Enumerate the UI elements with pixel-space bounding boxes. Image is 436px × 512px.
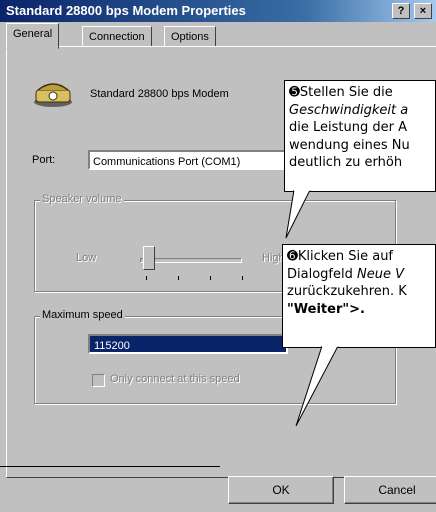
- volume-slider-track[interactable]: [140, 258, 242, 263]
- callout-6-line-3: zurückzukehren. K: [287, 284, 407, 299]
- divider-line: [0, 466, 220, 467]
- tab-general[interactable]: General: [6, 23, 60, 49]
- modem-properties-dialog: Standard 28800 bps Modem Properties ? × …: [0, 0, 436, 512]
- slider-tick: [210, 276, 211, 280]
- callout-5-line-5: deutlich zu erhöh: [289, 155, 403, 170]
- volume-slider-thumb[interactable]: [143, 246, 155, 270]
- callout-5-line-3: die Leistung der A: [289, 120, 407, 135]
- callout-6-line-2b: Neue V: [356, 266, 404, 282]
- ok-button[interactable]: OK: [228, 476, 334, 504]
- callout-6-line-4: "Weiter">.: [287, 301, 365, 317]
- cancel-button[interactable]: Cancel: [344, 476, 436, 504]
- tab-connection[interactable]: Connection: [82, 26, 152, 48]
- modem-phone-icon: [34, 83, 72, 107]
- callout-6-pointer: [295, 346, 339, 427]
- only-connect-label: Only connect at this speed: [110, 373, 240, 385]
- tab-options[interactable]: Options: [164, 26, 216, 48]
- port-combobox[interactable]: Communications Port (COM1): [88, 150, 308, 170]
- callout-step-6: ➏Klicken Sie auf Dialogfeld Neue V zurüc…: [282, 244, 436, 348]
- only-connect-checkbox[interactable]: [92, 374, 105, 387]
- slider-tick: [242, 276, 243, 280]
- callout-step-5: ➎Stellen Sie die Geschwindigkeit a die L…: [284, 80, 436, 192]
- speaker-volume-title: Speaker volume: [40, 193, 124, 205]
- callout-6-line-2a: Dialogfeld: [287, 266, 357, 282]
- step-6-number: ➏: [287, 249, 298, 264]
- modem-name: Standard 28800 bps Modem: [90, 88, 229, 100]
- port-label: Port:: [32, 154, 56, 166]
- close-button[interactable]: ×: [414, 3, 432, 19]
- slider-tick: [178, 276, 179, 280]
- help-button[interactable]: ?: [392, 3, 410, 19]
- callout-5-line-1: Stellen Sie die: [299, 85, 393, 100]
- maximum-speed-title: Maximum speed: [40, 309, 125, 321]
- step-5-number: ➎: [289, 85, 300, 100]
- slider-tick: [146, 276, 147, 280]
- callout-5-line-4: wendung eines Nu: [289, 137, 410, 153]
- maximum-speed-select[interactable]: 115200: [88, 334, 288, 354]
- title-bar[interactable]: Standard 28800 bps Modem Properties ? ×: [0, 0, 436, 22]
- callout-5-line-2: Geschwindigkeit a: [289, 102, 409, 118]
- window-title: Standard 28800 bps Modem Properties: [6, 3, 246, 18]
- callout-6-line-1: Klicken Sie auf: [297, 249, 394, 264]
- callout-5-pointer: [285, 190, 311, 239]
- volume-low-label: Low: [76, 252, 97, 264]
